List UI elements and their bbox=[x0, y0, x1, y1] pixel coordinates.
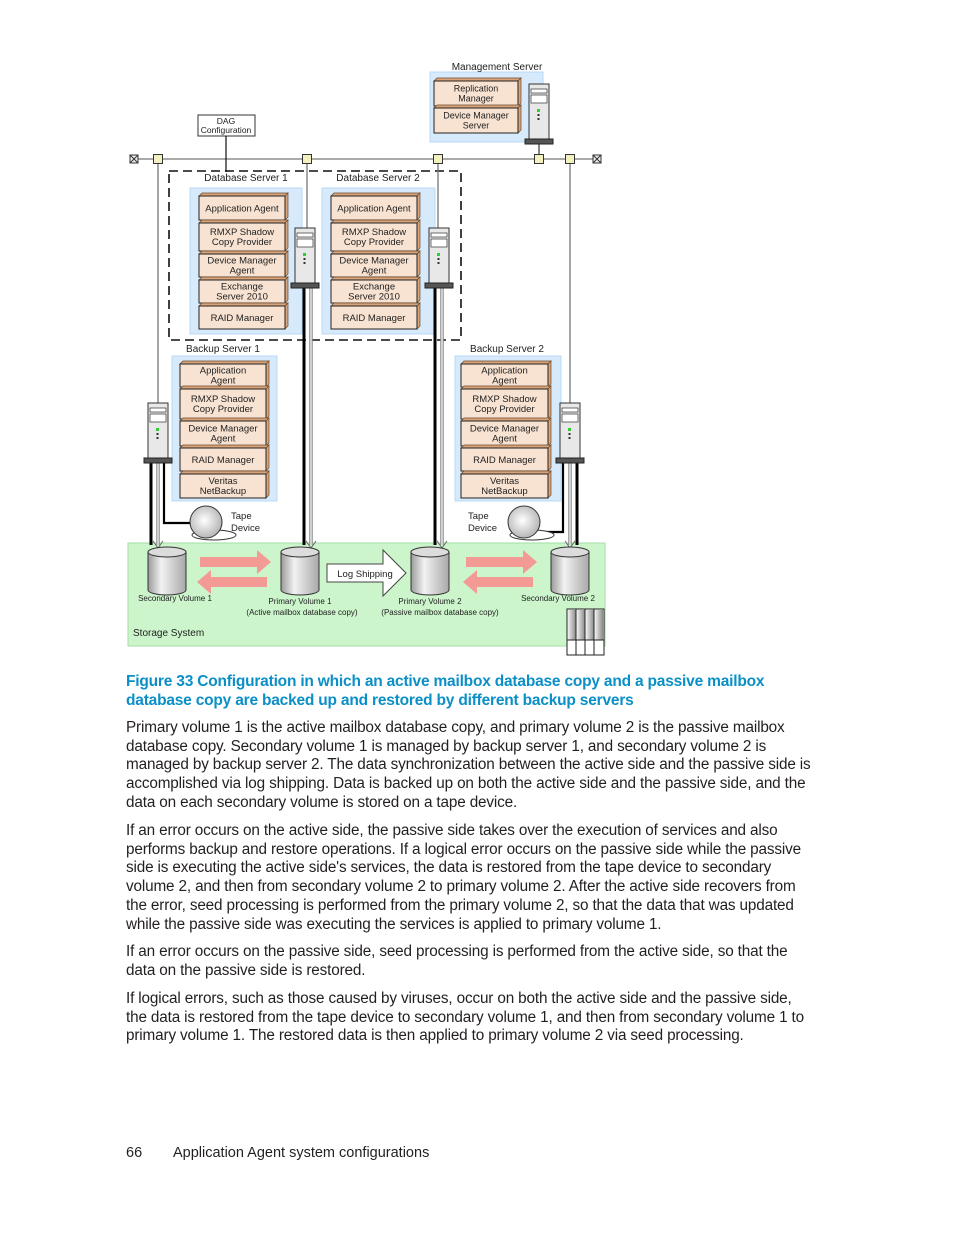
database-server-2-component-2: RMXP ShadowCopy Provider bbox=[330, 219, 421, 252]
network-node bbox=[302, 154, 312, 164]
component-label: Manager bbox=[458, 94, 494, 104]
volume-note: (Passive mailbox database copy) bbox=[381, 608, 499, 617]
component-label: Agent bbox=[492, 376, 517, 387]
component-label: Agent bbox=[362, 266, 387, 277]
component-label: Agent bbox=[230, 266, 255, 277]
figure-caption: Figure 33 Configuration in which an acti… bbox=[126, 673, 765, 709]
component-label: Copy Provider bbox=[344, 237, 404, 248]
volume-name: Primary Volume 2 bbox=[398, 597, 462, 606]
component-label: RAID Manager bbox=[192, 455, 255, 466]
backup-server-2-label: Backup Server 2 bbox=[470, 344, 544, 355]
page-footer: 66 Application Agent system configuration… bbox=[126, 1145, 429, 1161]
management-server-component-2: Device ManagerServer bbox=[433, 104, 522, 134]
storage-rack-icon bbox=[566, 608, 605, 656]
paragraph-3: If an error occurs on the passive side, … bbox=[126, 943, 788, 979]
component-label: Copy Provider bbox=[474, 404, 534, 415]
backup-server-1-component-1: ApplicationAgent bbox=[179, 360, 270, 388]
network-node bbox=[565, 154, 575, 164]
backup-server-2-component-5: VeritasNetBackup bbox=[460, 470, 552, 499]
tape-device-2: Tape Device bbox=[468, 505, 555, 541]
database-server-1-component-5: RAID Manager bbox=[198, 302, 289, 330]
tape-device-1: Tape Device bbox=[189, 505, 260, 541]
backup-server-1-component-5: VeritasNetBackup bbox=[179, 470, 270, 499]
network-node bbox=[153, 154, 163, 164]
component-label: RAID Manager bbox=[343, 313, 406, 324]
svg-text:Tape: Tape bbox=[231, 511, 252, 522]
volume-name: Secondary Volume 1 bbox=[138, 594, 212, 603]
volume-name: Secondary Volume 2 bbox=[521, 594, 595, 603]
management-server-component-1: ReplicationManager bbox=[433, 77, 522, 107]
component-label: Agent bbox=[492, 434, 517, 445]
component-label: Server 2010 bbox=[216, 292, 268, 303]
network-node bbox=[534, 154, 544, 164]
database-server-2-component-1: Application Agent bbox=[330, 192, 421, 221]
configuration-diagram: Storage System Management Server DAG Con… bbox=[127, 62, 606, 656]
database-server-2-component-5: RAID Manager bbox=[330, 302, 421, 330]
svg-text:Configuration: Configuration bbox=[201, 125, 252, 135]
paragraph-2: If an error occurs on the active side, t… bbox=[126, 822, 801, 933]
backup-server-1-component-4: RAID Manager bbox=[179, 444, 270, 472]
component-label: RAID Manager bbox=[473, 455, 536, 466]
backup-server-2-component-3: Device ManagerAgent bbox=[460, 417, 552, 447]
backup-server-1-tower-icon bbox=[143, 402, 173, 464]
database-server-2-component-3: Device ManagerAgent bbox=[330, 250, 421, 278]
backup-server-1-component-2: RMXP ShadowCopy Provider bbox=[179, 385, 270, 420]
management-server-label: Management Server bbox=[452, 62, 543, 73]
component-label: Server bbox=[463, 121, 490, 131]
page-number: 66 bbox=[126, 1145, 143, 1161]
database-server-1-component-2: RMXP ShadowCopy Provider bbox=[198, 219, 289, 252]
database-server-1-component-3: Device ManagerAgent bbox=[198, 250, 289, 278]
component-label: Application Agent bbox=[205, 204, 279, 215]
section-title: Application Agent system configurations bbox=[173, 1145, 430, 1161]
database-server-2-label: Database Server 2 bbox=[336, 173, 420, 184]
backup-server-1-label: Backup Server 1 bbox=[186, 344, 260, 355]
volume-name: Primary Volume 1 bbox=[268, 597, 332, 606]
database-server-2-tower-icon bbox=[424, 227, 454, 289]
volume-note: (Active mailbox database copy) bbox=[246, 608, 358, 617]
component-label: Device Manager bbox=[443, 111, 509, 121]
component-label: NetBackup bbox=[200, 486, 246, 497]
paragraph-1: Primary volume 1 is the active mailbox d… bbox=[126, 719, 811, 811]
component-label: Application Agent bbox=[337, 204, 411, 215]
svg-text:Tape: Tape bbox=[468, 511, 489, 522]
component-label: Copy Provider bbox=[193, 404, 253, 415]
database-server-1-component-4: ExchangeServer 2010 bbox=[198, 276, 289, 304]
component-label: RAID Manager bbox=[211, 313, 274, 324]
backup-server-2-component-2: RMXP ShadowCopy Provider bbox=[460, 385, 552, 420]
component-label: Server 2010 bbox=[348, 292, 400, 303]
component-label: Replication bbox=[454, 84, 499, 94]
component-label: NetBackup bbox=[481, 486, 527, 497]
backup-server-2-component-4: RAID Manager bbox=[460, 444, 552, 472]
network-node bbox=[433, 154, 443, 164]
database-server-1-tower-icon bbox=[290, 227, 320, 289]
backup-server-2-component-1: ApplicationAgent bbox=[460, 360, 552, 388]
dag-configuration-box: DAG Configuration bbox=[197, 114, 256, 172]
storage-system-label: Storage System bbox=[133, 628, 204, 639]
svg-text:Log Shipping: Log Shipping bbox=[337, 569, 392, 580]
component-label: Agent bbox=[211, 376, 236, 387]
component-label: Copy Provider bbox=[212, 237, 272, 248]
svg-text:Device: Device bbox=[468, 523, 497, 534]
paragraph-4: If logical errors, such as those caused … bbox=[126, 990, 804, 1045]
backup-server-2-tower-icon bbox=[555, 402, 585, 464]
component-label: Agent bbox=[211, 434, 236, 445]
database-server-1-label: Database Server 1 bbox=[204, 173, 288, 184]
management-server-tower-icon bbox=[524, 83, 554, 145]
svg-text:Device: Device bbox=[231, 523, 260, 534]
network-terminator bbox=[129, 154, 139, 164]
database-server-1-component-1: Application Agent bbox=[198, 192, 289, 221]
backup-server-1-component-3: Device ManagerAgent bbox=[179, 417, 270, 447]
network-terminator bbox=[592, 154, 602, 164]
database-server-2-component-4: ExchangeServer 2010 bbox=[330, 276, 421, 304]
